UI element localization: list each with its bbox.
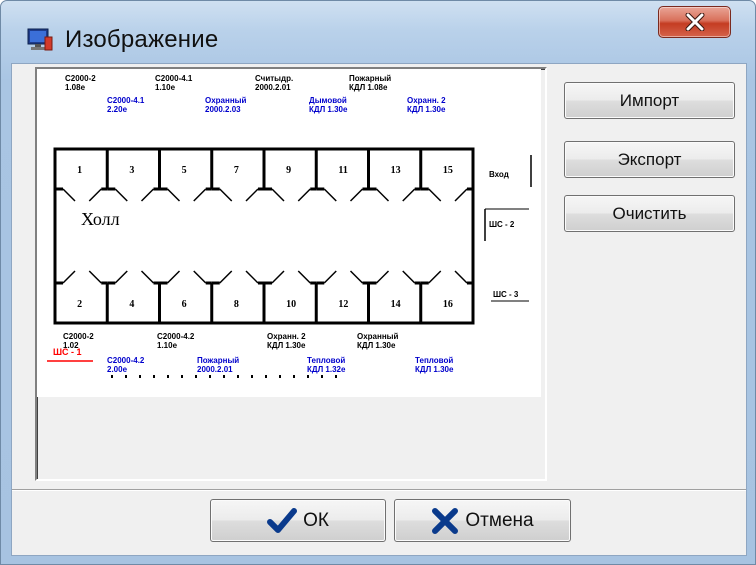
monitor-app-icon	[27, 27, 53, 53]
device-label-name: Охранный	[205, 96, 247, 105]
image-preview-canvas: С2000-2 1.08е С2000-4.1 1.10е Считыдр. 2000.2…	[37, 69, 541, 397]
cross-icon	[431, 507, 459, 535]
device-label: Охранн. 2КДЛ 1.30е	[267, 332, 306, 350]
device-label-name: Пожарный	[349, 74, 391, 83]
device-label-name: С2000-4.2	[107, 356, 145, 365]
device-label: ТепловойКДЛ 1.30е	[415, 356, 454, 374]
room-number-label: 9	[286, 165, 291, 176]
window-title: Изображение	[65, 26, 219, 53]
device-label: ПожарныйКДЛ 1.08е	[349, 74, 391, 92]
checkmark-icon	[267, 507, 298, 534]
device-label-address: КДЛ 1.32е	[307, 365, 346, 374]
device-label-name: Дымовой	[309, 96, 347, 105]
device-label-name: Тепловой	[415, 356, 453, 365]
device-label-name: Тепловой	[307, 356, 345, 365]
clear-button[interactable]: Очистить	[564, 195, 735, 232]
ok-button-label: ОК	[303, 509, 329, 531]
device-label-address: КДЛ 1.30е	[357, 341, 396, 350]
device-label-address: 2000.2.01	[255, 83, 291, 92]
device-label-address: 2.20е	[107, 105, 128, 114]
device-label-name: С2000-2	[63, 332, 94, 341]
device-label-name: Пожарный	[197, 356, 239, 365]
loop-label: ШС - 1	[53, 347, 82, 357]
device-label-address: 1.10е	[155, 83, 176, 92]
room-number-label: 2	[77, 299, 82, 310]
import-button[interactable]: Импорт	[564, 82, 735, 119]
device-label-address: КДЛ 1.30е	[415, 365, 454, 374]
ok-button[interactable]: ОК	[210, 499, 386, 542]
room-number-label: 14	[391, 299, 401, 310]
device-label-name: Считыдр.	[255, 74, 293, 83]
title-bar[interactable]: Изображение	[1, 1, 755, 63]
cancel-button[interactable]: Отмена	[394, 499, 571, 542]
room-number-label: 4	[129, 299, 134, 310]
floor-plan-image: С2000-21.08еС2000-4.11.10еСчитыдр.2000.2…	[47, 74, 532, 378]
export-button[interactable]: Экспорт	[564, 141, 735, 178]
room-number-label: 7	[234, 165, 239, 176]
device-label-address: 2.00е	[107, 365, 128, 374]
device-label-address: КДЛ 1.30е	[267, 341, 306, 350]
room-number-label: 12	[338, 299, 348, 310]
device-label-name: Охранн. 2	[407, 96, 446, 105]
device-label-name: С2000-2	[65, 74, 96, 83]
room-number-label: 8	[234, 299, 239, 310]
room-number-label: 15	[443, 165, 453, 176]
zone-label: Вход	[489, 170, 509, 179]
room-number-label: 13	[391, 165, 401, 176]
cancel-button-label: Отмена	[465, 509, 534, 531]
room-number-label: 11	[338, 165, 347, 176]
device-label: С2000-4.21.10е	[157, 332, 195, 350]
device-label: ОхранныйКДЛ 1.30е	[357, 332, 399, 350]
device-label: С2000-4.11.10е	[155, 74, 193, 92]
device-label-name: С2000-4.1	[107, 96, 145, 105]
device-label-address: КДЛ 1.30е	[309, 105, 348, 114]
device-label-address: КДЛ 1.30е	[407, 105, 446, 114]
device-label-name: Охранн. 2	[267, 332, 306, 341]
device-label-address: 2000.2.03	[205, 105, 241, 114]
device-label: С2000-4.12.20е	[107, 96, 145, 114]
room-number-label: 1	[77, 165, 82, 176]
close-button[interactable]	[658, 6, 731, 38]
device-label-address: КДЛ 1.08е	[349, 83, 388, 92]
device-label: С2000-21.08е	[65, 74, 96, 92]
device-label-name: С2000-4.1	[155, 74, 193, 83]
room-number-label: 5	[182, 165, 187, 176]
dialog-client-area: С2000-2 1.08е С2000-4.1 1.10е Считыдр. 2000.2…	[11, 63, 747, 556]
device-label: Охранн. 2КДЛ 1.30е	[407, 96, 446, 114]
device-label-name: Охранный	[357, 332, 399, 341]
device-label-address: 1.10е	[157, 341, 178, 350]
device-label: ТепловойКДЛ 1.32е	[307, 356, 346, 374]
device-label: С2000-4.22.00е	[107, 356, 145, 374]
device-label-address: 2000.2.01	[197, 365, 233, 374]
dialog-button-bar: ОК Отмена	[12, 489, 746, 555]
device-label: ДымовойКДЛ 1.30е	[309, 96, 348, 114]
room-number-label: 3	[129, 165, 134, 176]
room-number-label: 16	[443, 299, 453, 310]
zone-label: ШС - 2	[489, 220, 515, 229]
device-label: Пожарный2000.2.01	[197, 356, 239, 374]
zone-label: ШС - 3	[493, 290, 519, 299]
dialog-window: Изображение С2000-2 1.08е С2000-4.1 1.10е Сч…	[0, 0, 756, 565]
close-x-icon	[685, 13, 705, 31]
device-label-address: 1.08е	[65, 83, 86, 92]
image-preview-frame: С2000-2 1.08е С2000-4.1 1.10е Считыдр. 2000.2…	[35, 67, 547, 481]
device-label: Считыдр.2000.2.01	[255, 74, 293, 92]
room-number-label: 6	[182, 299, 187, 310]
device-label-name: С2000-4.2	[157, 332, 195, 341]
room-number-label: 10	[286, 299, 296, 310]
device-label: Охранный2000.2.03	[205, 96, 247, 114]
corridor-label: Холл	[81, 209, 120, 229]
